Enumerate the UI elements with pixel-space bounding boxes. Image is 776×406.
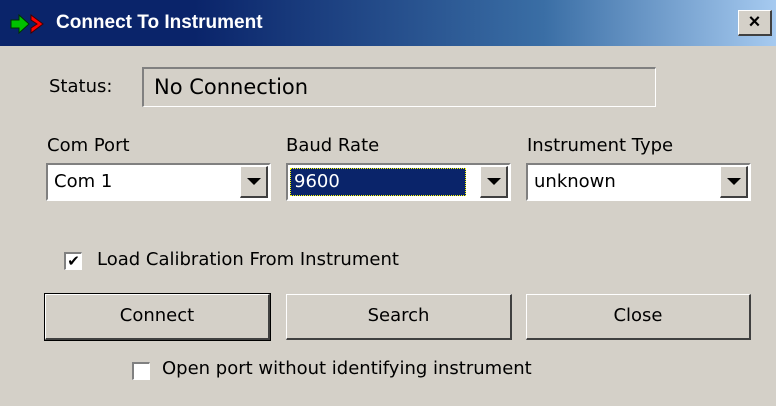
instrument-type-label: Instrument Type [527,135,674,156]
instrument-type-value: unknown [534,171,616,192]
chevron-down-icon [727,178,741,185]
baud-rate-label: Baud Rate [286,135,380,156]
status-label: Status: [49,76,113,97]
instrument-type-select[interactable]: unknown [526,163,751,201]
instrument-type-dropdown-button[interactable] [720,166,748,198]
com-port-select[interactable]: Com 1 [46,163,271,201]
baud-rate-select[interactable]: 9600 [286,163,511,201]
open-port-label: Open port without identifying instrument [162,358,532,379]
open-port-checkbox[interactable] [132,362,150,380]
baud-rate-value: 9600 [290,168,466,196]
chevron-down-icon [247,178,261,185]
status-value: No Connection [154,75,309,99]
close-button[interactable]: Close [526,294,751,340]
search-button[interactable]: Search [286,294,512,340]
com-port-dropdown-button[interactable] [240,166,268,198]
com-port-label: Com Port [47,135,130,156]
load-calibration-label: Load Calibration From Instrument [97,249,399,270]
title-bar[interactable]: Connect To Instrument × [0,0,776,46]
load-calibration-checkbox[interactable]: ✔ [64,252,82,270]
window-title: Connect To Instrument [56,12,263,33]
chevron-down-icon [487,178,501,185]
status-field: No Connection [142,67,656,107]
close-icon[interactable]: × [738,10,772,36]
connect-button[interactable]: Connect [44,293,271,341]
baud-rate-dropdown-button[interactable] [480,166,508,198]
com-port-value: Com 1 [54,171,113,192]
connect-dialog: Connect To Instrument × Status: No Conne… [0,0,776,406]
app-arrows-icon [10,13,44,35]
